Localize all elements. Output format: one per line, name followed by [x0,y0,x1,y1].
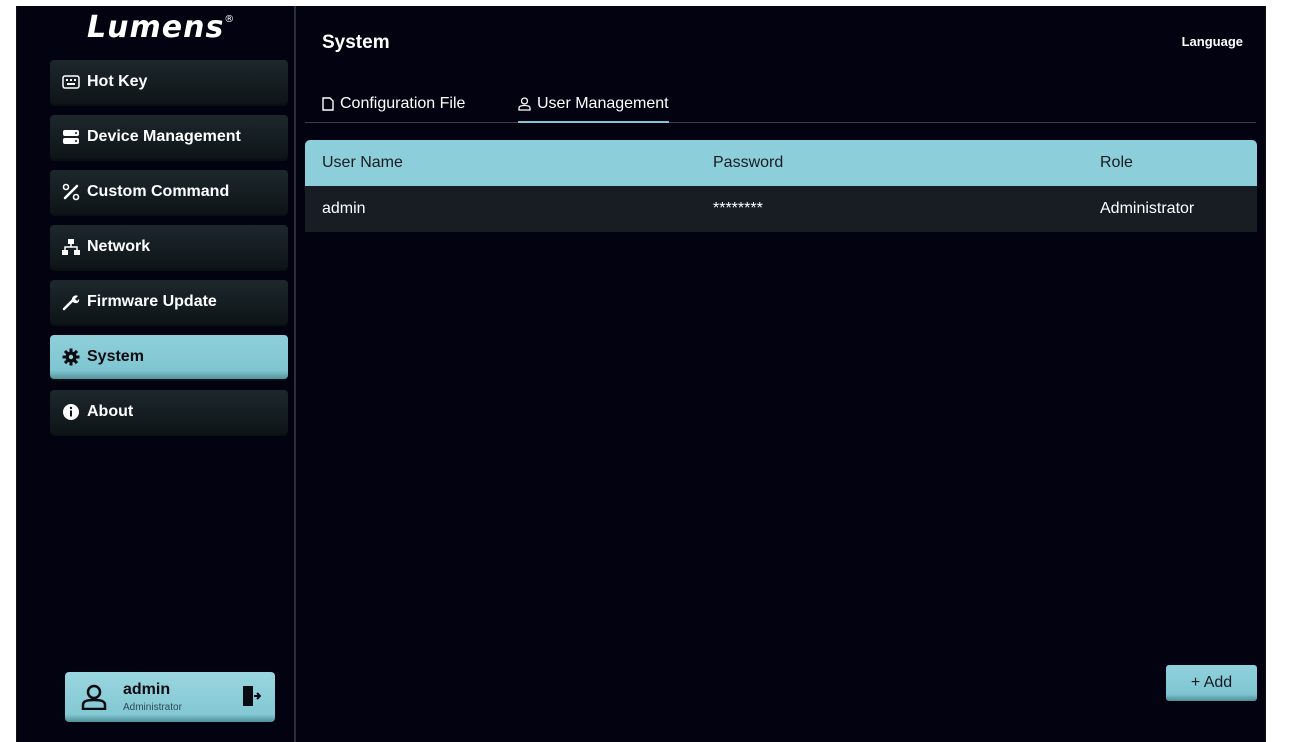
column-header-password: Password [713,154,784,171]
sidebar-item-about[interactable]: About [50,390,288,434]
sidebar-item-device-management[interactable]: Device Management [50,115,288,159]
tab-label: Configuration File [340,95,466,112]
table-header: User Name Password Role [305,140,1257,186]
sidebar-divider [294,6,296,742]
sidebar-item-hot-key[interactable]: Hot Key [50,60,288,104]
file-icon [322,97,334,111]
info-icon [62,403,80,421]
sidebar-item-custom-command[interactable]: Custom Command [50,170,288,214]
table-row[interactable]: admin ******** Administrator [305,186,1257,232]
user-card: admin Administrator [65,672,275,722]
add-user-button[interactable]: + Add [1166,665,1257,701]
sidebar-item-label: System [87,348,144,365]
sidebar-item-label: Firmware Update [87,293,217,310]
user-role: Administrator [123,702,182,713]
sidebar-item-system[interactable]: System [50,335,288,379]
sidebar-item-network[interactable]: Network [50,225,288,269]
sidebar-item-label: Device Management [87,128,241,145]
column-header-user-name: User Name [322,154,403,171]
sidebar-item-label: About [87,403,134,420]
user-avatar-icon [81,684,107,715]
app-window: Lumens® Hot Key Device Management Custom… [16,6,1266,742]
tab-configuration-file[interactable]: Configuration File [322,86,465,122]
sidebar-item-firmware-update[interactable]: Firmware Update [50,280,288,324]
page-title: System [322,32,390,53]
gear-icon [62,348,80,366]
lumens-logo: Lumens® [87,10,236,45]
sidebar: Lumens® Hot Key Device Management Custom… [17,6,294,742]
user-table: User Name Password Role admin ******** A… [305,140,1257,232]
server-icon [62,128,80,146]
column-header-role: Role [1100,154,1133,171]
wrench-icon [62,293,80,311]
logout-icon[interactable] [241,685,262,712]
language-button[interactable]: Language [1182,34,1243,49]
tab-user-management[interactable]: User Management [518,86,669,123]
cell-role: Administrator [1100,200,1195,217]
sidebar-item-label: Custom Command [87,183,230,200]
tab-bar: Configuration File User Management [305,86,1256,123]
network-icon [62,238,80,256]
user-name: admin [123,681,171,698]
sidebar-item-label: Network [87,238,151,255]
keyboard-icon [62,73,80,91]
cell-user-name: admin [322,200,366,217]
sidebar-item-label: Hot Key [87,73,148,90]
user-icon [518,96,531,111]
tab-label: User Management [537,94,669,112]
cell-password: ******** [713,200,763,217]
tools-icon [62,183,80,201]
